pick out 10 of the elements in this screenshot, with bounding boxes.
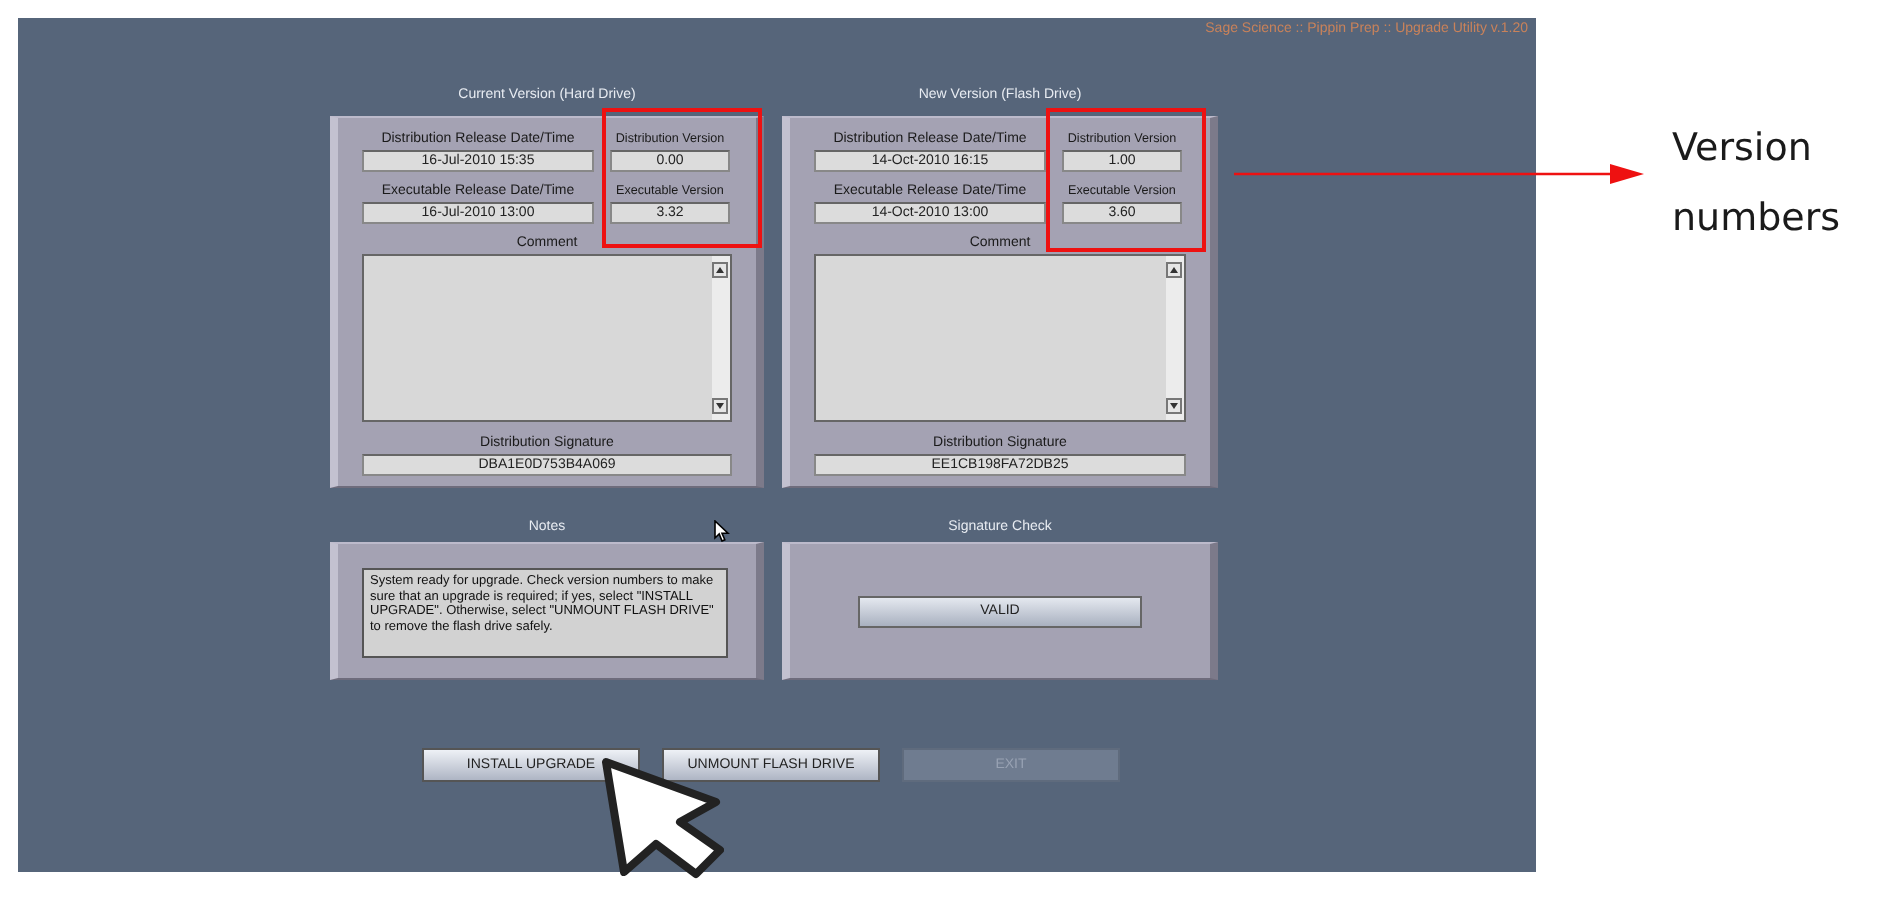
scroll-up-icon[interactable] (1166, 262, 1182, 278)
scroll-down-icon[interactable] (1166, 398, 1182, 414)
scroll-up-icon[interactable] (712, 262, 728, 278)
comment-box[interactable] (362, 254, 732, 422)
scroll-down-icon[interactable] (712, 398, 728, 414)
scrollbar[interactable] (712, 256, 730, 420)
annotation-label: Version numbers (1672, 124, 1843, 244)
comment-box[interactable] (814, 254, 1186, 422)
mouse-pointer-icon (714, 520, 730, 542)
scrollbar[interactable] (1166, 256, 1184, 420)
